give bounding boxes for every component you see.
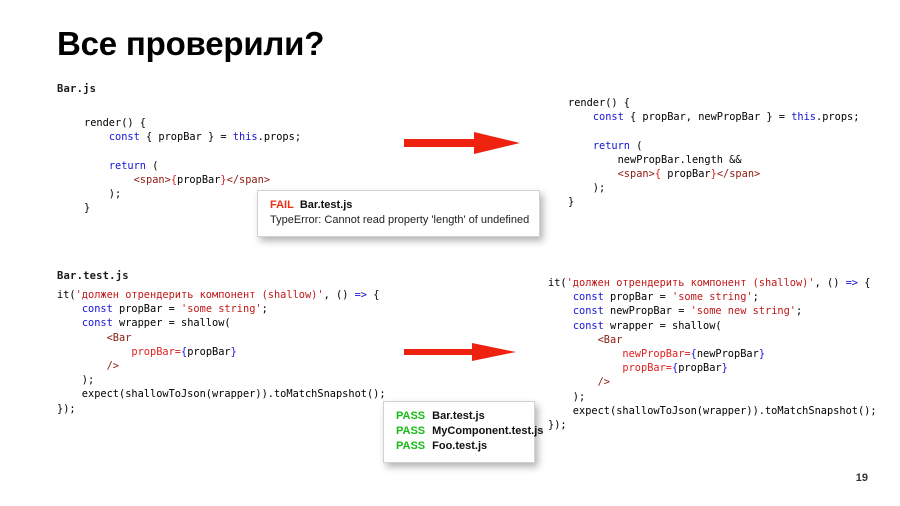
pass-file-name: Foo.test.js xyxy=(432,440,488,452)
status-badge-pass: PASS xyxy=(396,410,426,422)
slide-root: Все проверили? Bar.js Bar.test.js render… xyxy=(0,0,900,506)
code-block-bar-test-js-original: it('должен отрендерить компонент (shallo… xyxy=(57,289,386,415)
test-result-pass-box: PASS Bar.test.js PASS MyComponent.test.js … xyxy=(383,401,543,463)
fail-row: FAIL Bar.test.js xyxy=(270,198,529,213)
transform-arrow-bottom-icon xyxy=(404,340,516,369)
code-block-bar-test-js-updated: it('должен отрендерить компонент (shallo… xyxy=(548,277,877,432)
pass-row: PASS Foo.test.js xyxy=(396,439,524,454)
code-block-bar-js-fixed: render() { const { propBar, newPropBar }… xyxy=(568,97,860,209)
pass-file-name: MyComponent.test.js xyxy=(432,425,544,437)
pass-row: PASS MyComponent.test.js xyxy=(396,424,543,439)
pass-file-name: Bar.test.js xyxy=(432,410,485,422)
file-label-bar-js: Bar.js xyxy=(57,83,97,95)
fail-file-name: Bar.test.js xyxy=(299,199,353,211)
fail-error-message: TypeError: Cannot read property 'length'… xyxy=(270,214,530,226)
status-badge-fail: FAIL xyxy=(270,199,294,211)
status-badge-pass: PASS xyxy=(396,440,426,452)
page-title: Все проверили? xyxy=(57,25,325,62)
file-label-bar-test-js: Bar.test.js xyxy=(57,270,129,282)
test-result-fail-box: FAIL Bar.test.js TypeError: Cannot read p… xyxy=(257,190,540,237)
transform-arrow-top-icon xyxy=(404,130,520,161)
pass-row: PASS Bar.test.js xyxy=(396,409,524,424)
slide-page-number: 19 xyxy=(855,472,868,484)
status-badge-pass: PASS xyxy=(396,425,426,437)
